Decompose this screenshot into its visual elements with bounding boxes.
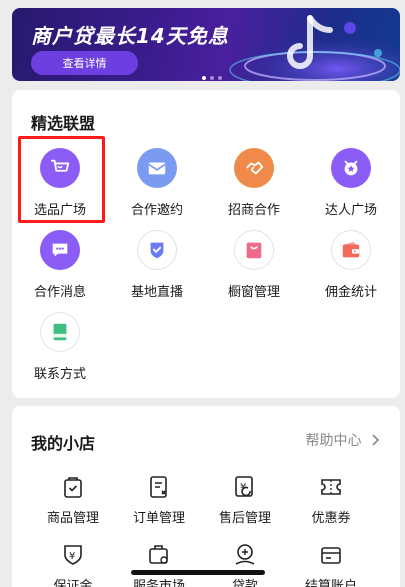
service-market-icon [149,545,168,564]
after-sale-icon: ¥ [235,476,253,497]
my-shop-card: 我的小店 帮助中心 商品管理 订单管理 ¥ 售后管理 优惠券 ¥ 保证金 服务市… [12,406,400,587]
promo-banner[interactable]: 商户贷最长14天免息 查看详情 [12,8,400,81]
help-center-link[interactable]: 帮助中心 [306,430,380,450]
shop-item-label: 服务市场 [132,579,185,587]
alliance-item-commission-stats[interactable]: 佣金统计 [303,230,399,310]
envelope-icon [137,148,177,188]
message-icon [40,230,80,270]
carousel-dot[interactable] [210,76,214,80]
alliance-item-label: 合作消息 [33,285,86,300]
banner-artwork [229,15,400,81]
shop-item-label: 保证金 [53,579,93,587]
shop-item-orders[interactable]: 订单管理 [111,474,207,526]
shop-item-label: 订单管理 [132,511,185,526]
alliance-item-merchant-cooperation[interactable]: 招商合作 [206,148,302,228]
cart-icon [40,148,80,188]
handshake-icon [234,148,274,188]
chevron-right-icon [366,433,380,449]
star-badge-icon [331,148,371,188]
alliance-item-label: 招商合作 [227,203,280,218]
carousel-dot[interactable] [218,76,222,80]
coupon-icon [321,479,341,495]
contact-card-icon [40,312,80,352]
shop-item-coupons[interactable]: 优惠券 [283,474,379,526]
alliance-item-label: 选品广场 [33,203,86,218]
alliance-item-label: 联系方式 [33,367,86,382]
alliance-title: 精选联盟 [31,114,96,133]
alliance-item-label: 橱窗管理 [227,285,280,300]
alliance-item-label: 合作邀约 [130,203,183,218]
alliance-item-showcase-management[interactable]: 橱窗管理 [206,230,302,310]
view-details-button[interactable]: 查看详情 [31,51,138,75]
my-shop-title: 我的小店 [31,434,96,453]
settlement-account-icon [321,547,341,564]
shop-item-label: 贷款 [231,579,258,587]
help-center-label: 帮助中心 [305,433,362,449]
shop-item-label: 售后管理 [218,511,271,526]
shop-item-after-sales[interactable]: ¥ 售后管理 [197,474,293,526]
shop-item-loan[interactable]: 贷款 [197,542,293,587]
alliance-card: 精选联盟 选品广场 合作邀约 招商合作 达人广场 合作消息 基地直播 橱窗管理 … [12,90,400,398]
shop-item-service-market[interactable]: 服务市场 [111,542,207,587]
alliance-item-cooperation-messages[interactable]: 合作消息 [12,230,108,310]
deposit-shield-icon: ¥ [64,545,82,565]
alliance-item-creator-square[interactable]: 达人广场 [303,148,399,228]
carousel-dot[interactable] [202,76,206,80]
banner-title: 商户贷最长14天免息 [31,24,229,48]
shield-check-icon [137,230,177,270]
alliance-item-cooperation-invite[interactable]: 合作邀约 [109,148,205,228]
carousel-dots [202,76,222,80]
product-bag-icon [64,477,82,498]
alliance-item-contact[interactable]: 联系方式 [12,312,108,392]
alliance-item-product-square[interactable]: 选品广场 [12,148,108,228]
shop-item-settlement-account[interactable]: 结算账户 [283,542,379,587]
alliance-item-label: 佣金统计 [324,285,377,300]
alliance-item-base-livestream[interactable]: 基地直播 [109,230,205,310]
shop-item-products[interactable]: 商品管理 [25,474,121,526]
shop-item-label: 结算账户 [304,579,357,587]
shop-item-deposit[interactable]: ¥ 保证金 [25,542,121,587]
svg-text:¥: ¥ [69,551,75,562]
wallet-icon [331,230,371,270]
loan-icon [235,544,255,565]
home-indicator[interactable] [131,570,265,575]
alliance-item-label: 达人广场 [324,203,377,218]
shop-item-label: 优惠券 [311,511,351,526]
shopping-bag-icon [234,230,274,270]
order-list-icon [150,476,167,498]
alliance-item-label: 基地直播 [130,285,183,300]
shop-item-label: 商品管理 [46,511,99,526]
